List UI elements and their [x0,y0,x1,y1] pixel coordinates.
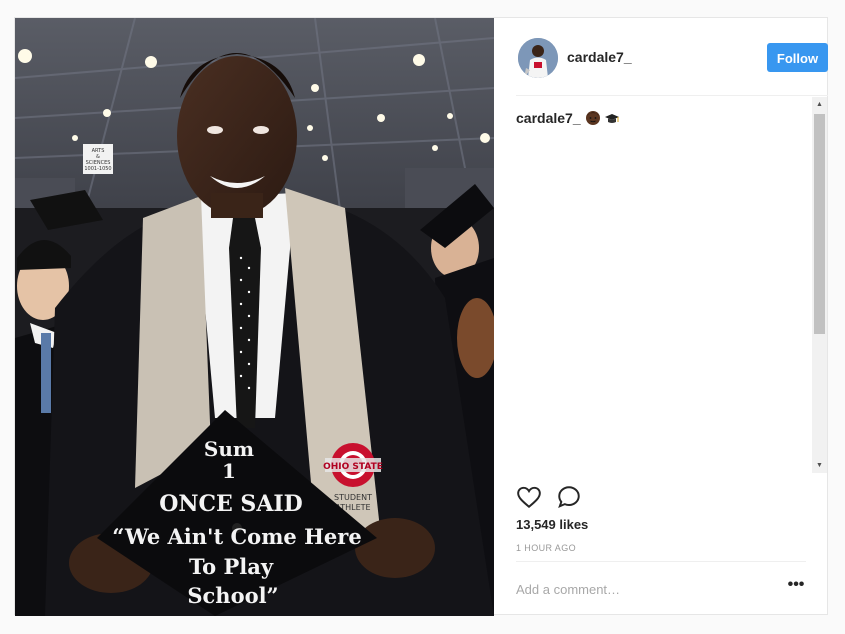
likes-count[interactable]: 13,549 likes [516,517,588,532]
follow-button[interactable]: Follow [767,43,828,72]
cap-text-line-3: ONCE SAID [159,491,303,517]
post-header: cardale7_ Follow [516,18,828,96]
graduation-cap-emoji [604,110,620,129]
post-timestamp[interactable]: 1 HOUR AGO [516,543,576,553]
svg-text:STUDENT: STUDENT [334,493,372,502]
post-username[interactable]: cardale7_ [567,49,632,65]
cap-text-line-2: 1 [222,459,236,483]
scroll-thumb[interactable] [814,114,825,334]
comments-scrollbar[interactable]: ▲ ▼ [812,97,827,473]
avatar-image [518,38,558,78]
graduation-photo: ARTS & SCIENCES 1001-1050 OHIO STATE STU… [15,18,494,616]
post-sidebar: cardale7_ Follow cardale7_ ▲ ▼ 13,549 li… [494,18,829,616]
caption-username[interactable]: cardale7_ [516,110,581,126]
cap-text-line-6: School” [187,583,278,608]
svg-text:1001-1050: 1001-1050 [84,166,111,172]
post-photo[interactable]: ARTS & SCIENCES 1001-1050 OHIO STATE STU… [15,18,494,616]
post-actions [516,482,806,512]
scroll-down-icon[interactable]: ▼ [812,458,827,473]
instagram-post: ARTS & SCIENCES 1001-1050 OHIO STATE STU… [14,17,829,616]
comment-icon[interactable] [556,484,582,510]
svg-text:OHIO STATE: OHIO STATE [323,462,383,472]
cap-text-line-5: To Play [189,554,274,579]
person-emoji [585,110,601,129]
more-options-icon[interactable]: ••• [786,577,806,598]
user-avatar[interactable] [518,38,558,78]
heart-icon[interactable] [516,484,542,510]
cap-text-line-1: Sum [204,437,254,461]
cap-text-line-4: “We Ain't Come Here [112,524,361,549]
comment-input[interactable] [516,580,766,598]
add-comment-section: ••• [516,561,806,616]
scroll-up-icon[interactable]: ▲ [812,97,827,112]
comments-area: cardale7_ [516,96,810,471]
caption: cardale7_ [516,110,810,129]
